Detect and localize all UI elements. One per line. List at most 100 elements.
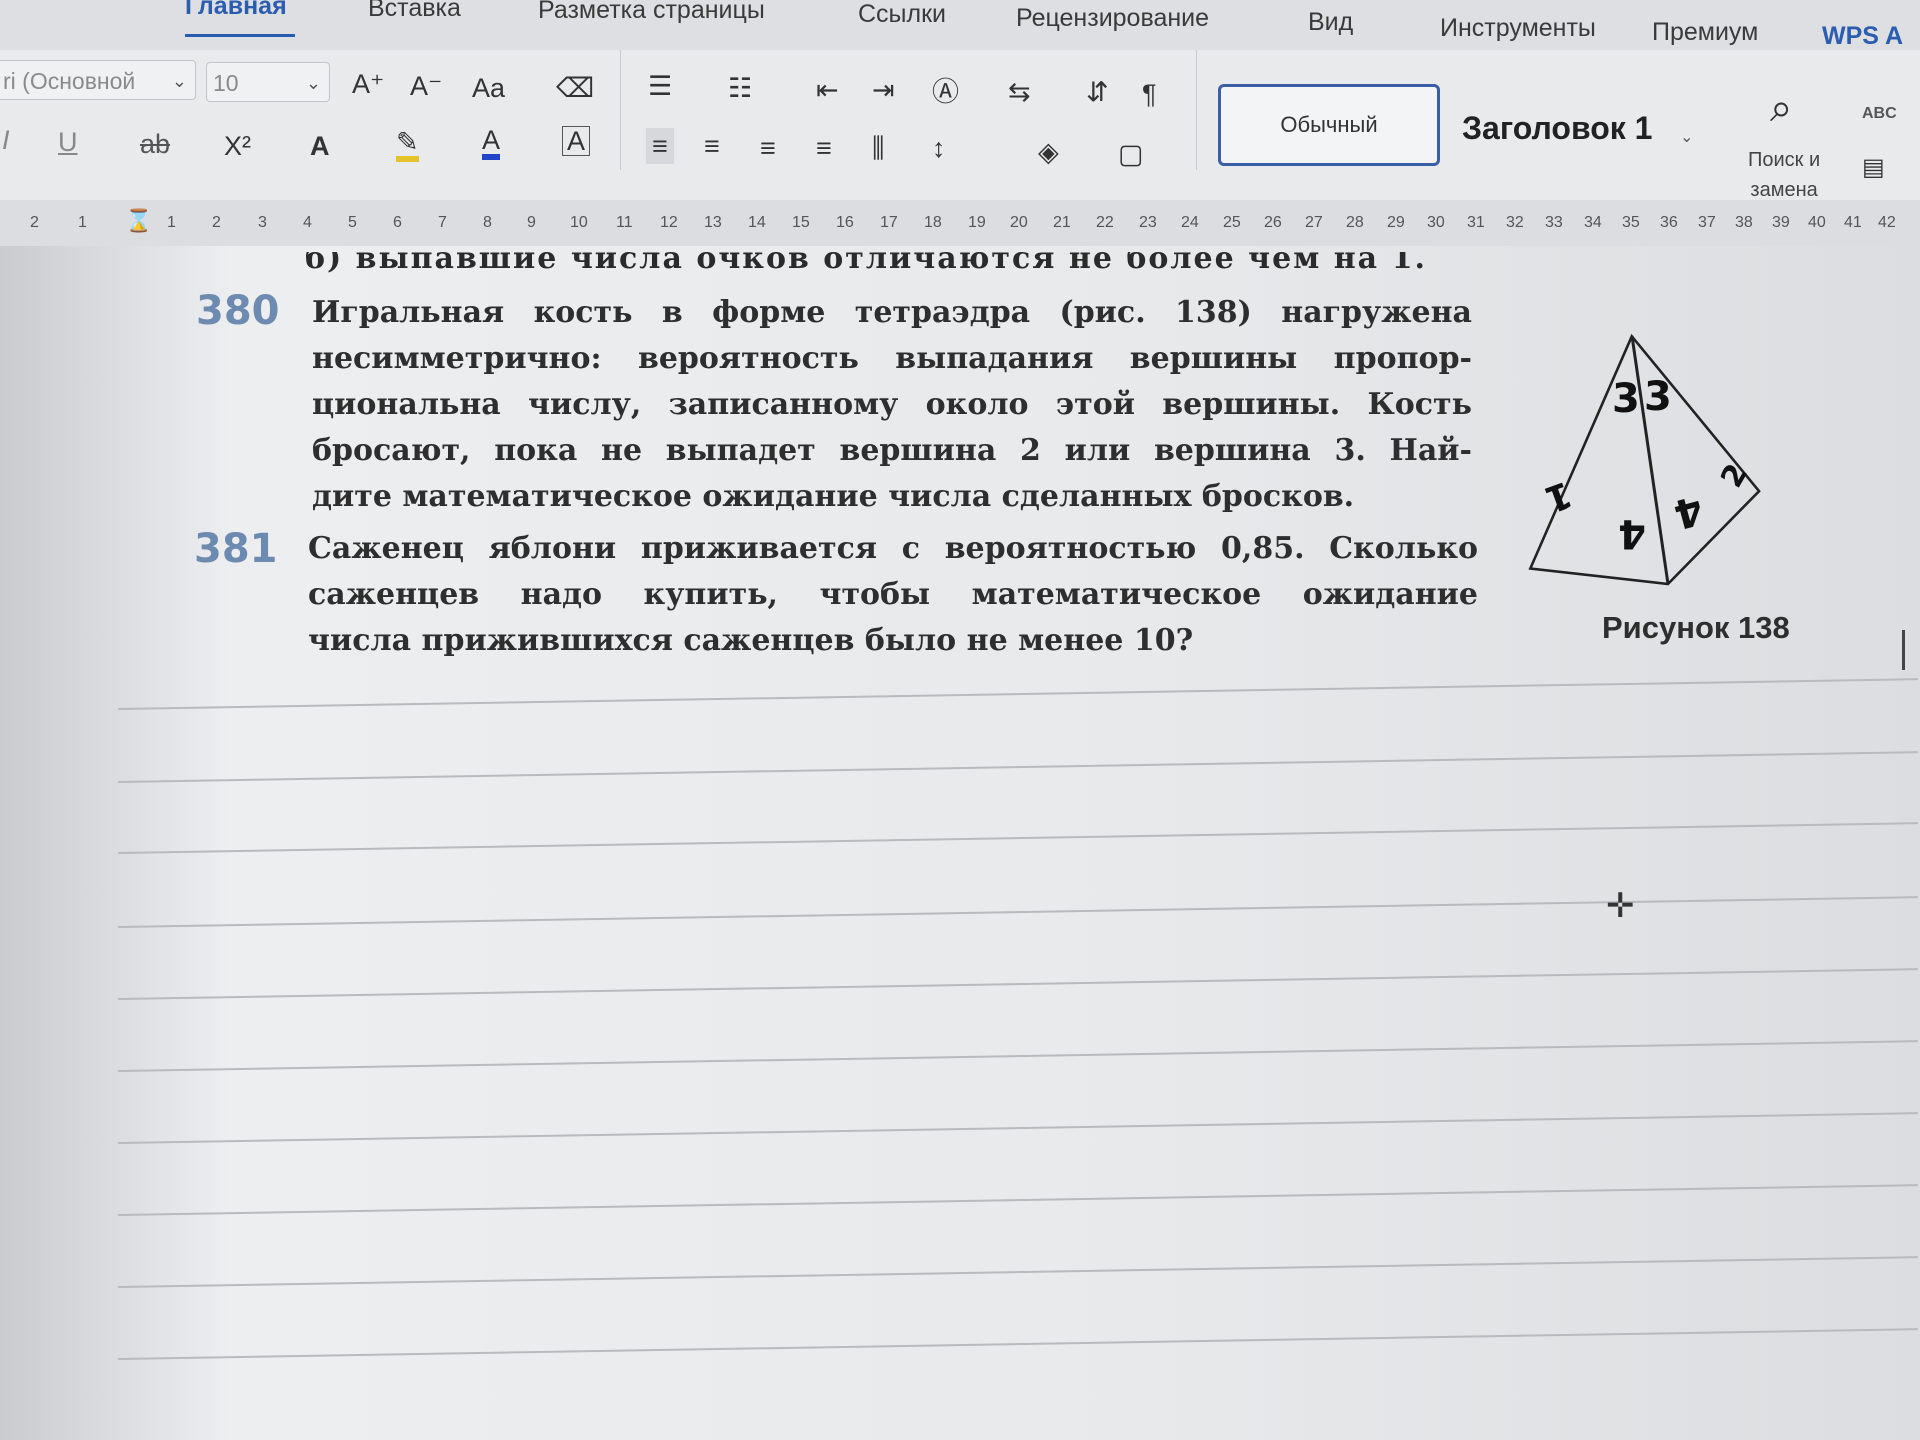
ruler-tick: 2 [212, 214, 221, 231]
justify-icon[interactable]: ≡ [816, 130, 832, 166]
grow-font-button[interactable]: A⁺ [352, 66, 384, 102]
underline-button[interactable]: U [58, 124, 78, 160]
style-normal-button[interactable]: Обычный [1218, 84, 1440, 166]
ruled-line [117, 1112, 1918, 1144]
superscript-button[interactable]: X² [224, 128, 251, 164]
ruler-tick: 34 [1584, 214, 1602, 231]
ruler-tick: 12 [660, 214, 678, 231]
text-effects-button[interactable]: A [310, 128, 330, 164]
document-page[interactable]: б) выпавшие числа очков отличаются не бо… [0, 246, 1920, 1440]
strikethrough-button[interactable]: ab [140, 126, 170, 162]
ruler-tick: 13 [704, 214, 722, 231]
shading-icon[interactable]: ◈ [1038, 134, 1059, 170]
tab-premium[interactable]: Премиум [1652, 18, 1758, 47]
vertex-label-4b: 4 [1669, 486, 1708, 538]
tab-page-layout[interactable]: Разметка страницы [538, 0, 765, 25]
sort-icon[interactable]: ⇵ [1086, 74, 1109, 110]
vertex-label-3a: 3 [1612, 376, 1640, 422]
word-count-icon[interactable]: ▤ [1862, 150, 1885, 186]
highlight-icon[interactable]: ✎ [396, 128, 419, 162]
find-replace-button[interactable]: Поиск и замена [1748, 145, 1820, 205]
decrease-indent-icon[interactable]: ⇤ [816, 72, 839, 108]
ruled-line [117, 822, 1918, 854]
swap-icon[interactable]: ⇆ [1008, 74, 1031, 110]
spell-check-button[interactable]: ABC [1862, 96, 1897, 132]
char-border-button[interactable]: A [562, 126, 591, 156]
partial-text-line: б) выпавшие числа очков отличаются не бо… [305, 252, 1427, 274]
ruler-tick: 2 [30, 214, 39, 231]
font-color-button[interactable]: A [482, 126, 501, 160]
tetrahedron-figure: 3 3 1 4 4 2 [1528, 333, 1761, 586]
italic-button[interactable]: I [2, 122, 10, 158]
ruler-tick: 9 [527, 214, 536, 231]
problem-380-line: дите математическое ожидание числа сдела… [312, 479, 1355, 514]
tab-wps-ai[interactable]: WPS A [1822, 22, 1903, 51]
increase-indent-icon[interactable]: ⇥ [872, 72, 895, 108]
styles-scroll-icon[interactable]: ⌄ [1680, 120, 1693, 156]
bullet-list-icon[interactable]: ☰ [648, 68, 672, 104]
tab-insert[interactable]: Вставка [368, 0, 461, 23]
active-tab-indicator [185, 34, 295, 37]
problem-380-text: Игральная кость в форме тетраэдра (рис. … [312, 290, 1472, 520]
align-right-icon[interactable]: ≡ [760, 130, 776, 166]
align-center-icon[interactable]: ≡ [704, 128, 720, 164]
font-size-combo[interactable]: 10 ⌄ [206, 62, 330, 102]
chevron-down-icon: ⌄ [305, 73, 321, 93]
tab-home[interactable]: Главная [185, 0, 287, 21]
clear-format-icon[interactable]: ⌫ [556, 70, 594, 106]
font-name-combo[interactable]: ri (Основной ⌄ [0, 60, 196, 100]
ruler-tick: 37 [1698, 214, 1716, 231]
problem-381-text: Саженец яблони приживается с вероятность… [308, 526, 1478, 664]
tab-view[interactable]: Вид [1308, 8, 1353, 37]
ruler-tick: 36 [1660, 214, 1678, 231]
ruler-tick: 21 [1053, 214, 1071, 231]
ruled-line [117, 678, 1918, 710]
horizontal-ruler[interactable]: 2 1 ⌛ 1 2 3 4 5 6 7 8 9 10 11 12 13 14 1… [0, 200, 1920, 247]
ruler-tick: 39 [1772, 214, 1790, 231]
ruler-tick: 20 [1010, 214, 1028, 231]
ruler-tick: 15 [792, 214, 810, 231]
align-left-icon[interactable]: ≡ [646, 128, 674, 164]
ribbon-separator [620, 50, 621, 170]
vertex-label-1: 1 [1539, 473, 1577, 520]
mouse-cursor-icon: ✛ [1606, 887, 1635, 925]
ruler-tick: 1 [167, 214, 176, 231]
tab-references[interactable]: Ссылки [858, 0, 946, 29]
problem-380-line: Игральная кость в форме тетраэдра (рис. … [312, 295, 1472, 330]
show-marks-icon[interactable]: ¶ [1142, 76, 1157, 112]
text-direction-icon[interactable]: Ⓐ [932, 74, 959, 110]
ruler-tick: 19 [968, 214, 986, 231]
ruled-line [117, 1256, 1918, 1288]
indent-marker-icon[interactable]: ⌛ [125, 208, 152, 234]
find-replace-label: Поиск и [1748, 149, 1821, 171]
ruler-tick: 32 [1506, 214, 1524, 231]
ruler-tick: 41 [1844, 214, 1862, 231]
borders-icon[interactable]: ▢ [1118, 136, 1144, 172]
problem-380-line: циональна числу, записанному около этой … [312, 387, 1472, 422]
ruler-tick: 40 [1808, 214, 1826, 231]
change-case-button[interactable]: Aa [472, 70, 505, 106]
shrink-font-button[interactable]: A⁻ [410, 68, 442, 104]
ruler-tick: 1 [78, 214, 87, 231]
distributed-icon[interactable]: ⫼ [872, 130, 884, 166]
ruler-tick: 31 [1467, 214, 1485, 231]
ruled-line [117, 968, 1918, 1000]
ruler-tick: 23 [1139, 214, 1157, 231]
ruler-tick: 6 [393, 214, 402, 231]
problem-381-number: 381 [194, 526, 278, 572]
tab-tools[interactable]: Инструменты [1440, 14, 1596, 43]
tab-review[interactable]: Рецензирование [1016, 4, 1209, 33]
line-spacing-icon[interactable]: ↕ [932, 130, 946, 166]
problem-380-line: бросают, пока не выпадет вершина 2 или в… [312, 433, 1472, 468]
ruler-tick: 38 [1735, 214, 1753, 231]
search-icon[interactable]: ⌕ [1770, 88, 1792, 128]
chevron-down-icon: ⌄ [171, 71, 187, 91]
style-heading1-button[interactable]: Заголовок 1 [1462, 110, 1652, 147]
style-normal-label: Обычный [1280, 112, 1378, 137]
ruled-line [117, 751, 1918, 783]
ruler-tick: 25 [1223, 214, 1241, 231]
problem-380-line: несимметрично: вероятность выпадания вер… [312, 341, 1472, 376]
ruler-tick: 42 [1878, 214, 1896, 231]
numbered-list-icon[interactable]: ☷ [728, 70, 752, 106]
font-name-value: ri (Основной [3, 68, 136, 94]
